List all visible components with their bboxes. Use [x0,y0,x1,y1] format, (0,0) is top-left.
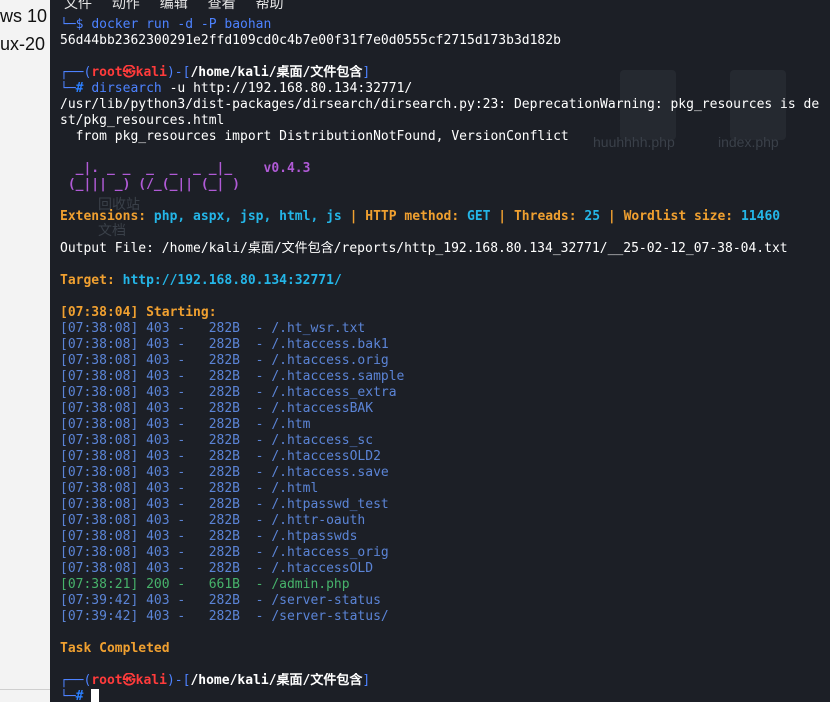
text-cursor [91,689,100,702]
scan-result-row: [07:39:42] 403 - 282B - /server-status [60,593,381,608]
starting-line: [07:38:04] Starting: [60,305,217,320]
scan-result-row: [07:38:21] 200 - 661B - /admin.php [60,577,350,592]
prompt-line[interactable]: └─# [60,689,830,702]
scan-result-row: [07:38:08] 403 - 282B - /.htaccess.bak1 [60,337,389,352]
scan-result-row: [07:38:08] 403 - 282B - /.html [60,481,319,496]
docker-command: docker run -d -P baohan [91,17,272,32]
scan-result-row: [07:38:08] 403 - 282B - /.htaccess_sc [60,433,374,448]
scan-result-row: [07:38:08] 403 - 282B - /.htm [60,417,311,432]
menu-action[interactable]: 动作 [112,0,140,11]
dirsearch-logo: (_||| _) (/_(_|| (_| ) [60,177,241,192]
prompt-cwd: /home/kali/桌面/文件包含 [190,65,363,80]
dirsearch-command: dirsearch [91,81,162,96]
scan-result-row: [07:38:08] 403 - 282B - /.ht_wsr.txt [60,321,366,336]
prompt-host: kali [135,65,167,80]
dirsearch-logo: _|. _ _ _ _ _ _|_ v0.4.3 [60,161,311,176]
menu-file[interactable]: 文件 [64,0,92,11]
task-completed: Task Completed [60,641,170,656]
warning-line: from pkg_resources import DistributionNo… [60,129,569,144]
scan-result-row: [07:39:42] 403 - 282B - /server-status/ [60,609,389,624]
scan-result-row: [07:38:08] 403 - 282B - /.htaccessOLD [60,561,374,576]
warning-line: st/pkg_resources.html [60,113,225,128]
scan-results: [07:38:08] 403 - 282B - /.ht_wsr.txt [07:… [60,321,830,625]
container-id: 56d44bb2362300291e2ffd109cd0c4b7e00f31f7… [60,33,561,48]
scan-result-row: [07:38:08] 403 - 282B - /.htaccess.save [60,465,389,480]
menu-view[interactable]: 查看 [208,0,236,11]
scan-result-row: [07:38:08] 403 - 282B - /.htaccessOLD2 [60,449,381,464]
prompt-header: ┌──(root㉿kali)-[/home/kali/桌面/文件包含] [60,673,371,688]
scan-result-row: [07:38:08] 403 - 282B - /.htpasswds [60,529,358,544]
target-line: Target: http://192.168.80.134:32771/ [60,273,342,288]
desktop-label-linux[interactable]: ux-20 [0,34,45,55]
terminal-window[interactable]: 文件 动作 编辑 查看 帮助 huuhhhh.php index.php 回收站… [50,0,830,702]
prompt-header: ┌──(root㉿kali)-[/home/kali/桌面/文件包含] [60,65,371,80]
output-file-line: Output File: /home/kali/桌面/文件包含/reports/… [60,241,788,256]
prompt-line: └─$ docker run -d -P baohan [60,17,272,32]
scan-result-row: [07:38:08] 403 - 282B - /.htaccess_extra [60,385,397,400]
scan-result-row: [07:38:08] 403 - 282B - /.htaccess.orig [60,353,389,368]
divider [0,689,50,690]
prompt-line: └─# dirsearch -u http://192.168.80.134:3… [60,81,413,96]
menu-edit[interactable]: 编辑 [160,0,188,11]
terminal-menubar: 文件 动作 编辑 查看 帮助 [64,0,300,11]
desktop-label-windows[interactable]: ws 10 [0,6,47,27]
prompt-user: root [91,65,123,80]
config-line: Extensions: php, aspx, jsp, html, js | H… [60,209,781,224]
terminal-output: └─$ docker run -d -P baohan 56d44bb23623… [60,17,830,702]
scan-result-row: [07:38:08] 403 - 282B - /.htaccess.sampl… [60,369,405,384]
scan-result-row: [07:38:08] 403 - 282B - /.httr-oauth [60,513,366,528]
menu-help[interactable]: 帮助 [256,0,284,11]
scan-result-row: [07:38:08] 403 - 282B - /.htaccess_orig [60,545,389,560]
scan-result-row: [07:38:08] 403 - 282B - /.htpasswd_test [60,497,389,512]
warning-line: /usr/lib/python3/dist-packages/dirsearch… [60,97,820,112]
desktop-background-strip: ws 10 ux-20 [0,0,50,702]
scan-result-row: [07:38:08] 403 - 282B - /.htaccessBAK [60,401,374,416]
